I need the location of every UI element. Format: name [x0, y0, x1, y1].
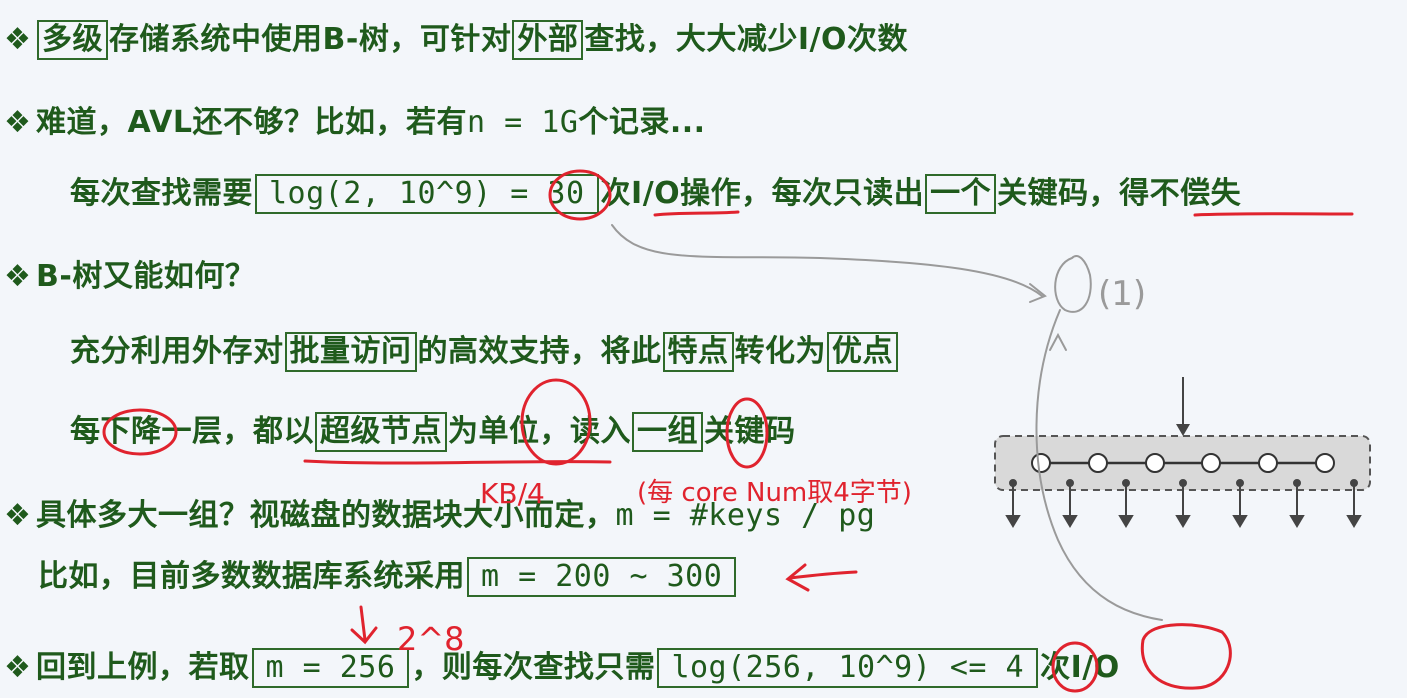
text: ，则每次查找只需 — [411, 650, 656, 685]
super-node-diagram — [994, 377, 1371, 528]
line-5: 充分利用外存对 批量访问 的高效支持，将此 特点 转化为 优点 — [70, 332, 899, 372]
boxed-term-group: 一组 — [632, 412, 703, 452]
text: 次 — [600, 176, 632, 211]
bullet-icon: ❖ — [4, 498, 32, 533]
line-4: ❖ B-树又能如何？ — [4, 257, 255, 297]
bullet-icon: ❖ — [4, 105, 32, 140]
key-node — [1088, 453, 1108, 473]
circle-label: (1) — [1098, 274, 1146, 314]
bullet-icon: ❖ — [4, 650, 32, 685]
text: 充分利用外存对 — [70, 334, 284, 369]
line-9: ❖ 回到上例，若取 m = 256 ，则每次查找只需 log(256, 10^9) <=… — [4, 648, 1120, 688]
text: 每下降一层，都以 — [70, 414, 314, 449]
text: 难道，AVL还不够？比如，若有 — [36, 105, 468, 140]
key-node — [1145, 453, 1165, 473]
key-node — [1031, 453, 1051, 473]
child-pointer-arrows — [1005, 479, 1362, 528]
text: 每次查找需要 — [70, 176, 253, 211]
text: 具体多大一组？视磁盘的数据块大小而定， — [36, 498, 616, 533]
inline-code: n = 1G — [467, 105, 579, 140]
code-box-log2: log(2, 10^9) = 30 — [255, 174, 599, 214]
text: B-树又能如何？ — [36, 259, 256, 294]
text: 查找，大大减少I/O次数 — [584, 22, 908, 57]
boxed-term-feature: 特点 — [662, 332, 734, 372]
bullet-icon: ❖ — [4, 22, 32, 57]
gray-arrowhead-up — [1049, 332, 1067, 351]
text: 关键码， — [997, 176, 1120, 211]
inline-code: m = #keys / pg — [615, 498, 876, 533]
key-node — [1315, 453, 1335, 473]
line-8: 比如，目前多数数据库系统采用 m = 200 ~ 300 — [38, 557, 738, 597]
red-down-arrow — [350, 605, 378, 645]
text: 回到上例，若取 — [36, 650, 250, 685]
boxed-term-one: 一个 — [925, 174, 997, 214]
line-3: 每次查找需要 log(2, 10^9) = 30 次I/O操作，每次只读出 一个 关键码… — [70, 174, 1241, 214]
text: 为单位，读入 — [448, 414, 631, 449]
boxed-term-advantage: 优点 — [827, 332, 898, 372]
text-not-worth: 得不偿失 — [1119, 176, 1242, 211]
text: 存储系统中使用B-树，可针对 — [109, 22, 512, 57]
red-underline-level — [303, 459, 612, 465]
text: 操作，每次只读出 — [680, 176, 925, 211]
red-arrow-line — [788, 570, 858, 580]
super-node-box — [994, 435, 1371, 491]
line-1: ❖ 多级 存储系统中使用B-树，可针对 外部 查找，大大减少I/O次数 — [4, 20, 908, 60]
boxed-term-multilevel: 多级 — [37, 20, 108, 60]
gray-long-curve — [1035, 309, 1163, 621]
gray-circle — [1054, 255, 1092, 313]
key-node — [1258, 453, 1278, 473]
text-io: I/O — [631, 176, 681, 211]
gray-arrowhead — [1029, 283, 1047, 303]
text: 比如，目前多数数据库系统采用 — [38, 559, 465, 594]
boxed-term-super-node: 超级节点 — [315, 412, 447, 452]
boxed-term-batch-access: 批量访问 — [284, 332, 417, 372]
text: 的高效支持，将此 — [417, 334, 662, 369]
red-circle-io — [1140, 623, 1232, 690]
text: 关键码 — [704, 414, 796, 449]
line-7: ❖ 具体多大一组？视磁盘的数据块大小而定，m = #keys / pg — [4, 496, 875, 536]
text: 个记录... — [578, 105, 706, 140]
bullet-icon: ❖ — [4, 259, 32, 294]
text: 转化为 — [734, 334, 826, 369]
text: 次I/O — [1040, 650, 1120, 685]
gray-curve-arrow — [611, 224, 1043, 297]
incoming-arrow-head — [1176, 424, 1190, 436]
line-6: 每下降一层，都以 超级节点 为单位，读入 一组 关键码 — [70, 412, 796, 452]
code-box-m256: m = 256 — [251, 648, 410, 688]
line-2: ❖ 难道，AVL还不够？比如，若有n = 1G个记录... — [4, 103, 706, 143]
code-box-log256: log(256, 10^9) <= 4 — [657, 648, 1039, 688]
red-arrowhead — [785, 563, 810, 592]
boxed-term-external: 外部 — [512, 20, 584, 60]
key-node — [1201, 453, 1221, 473]
code-box-m-range: m = 200 ~ 300 — [467, 557, 737, 597]
